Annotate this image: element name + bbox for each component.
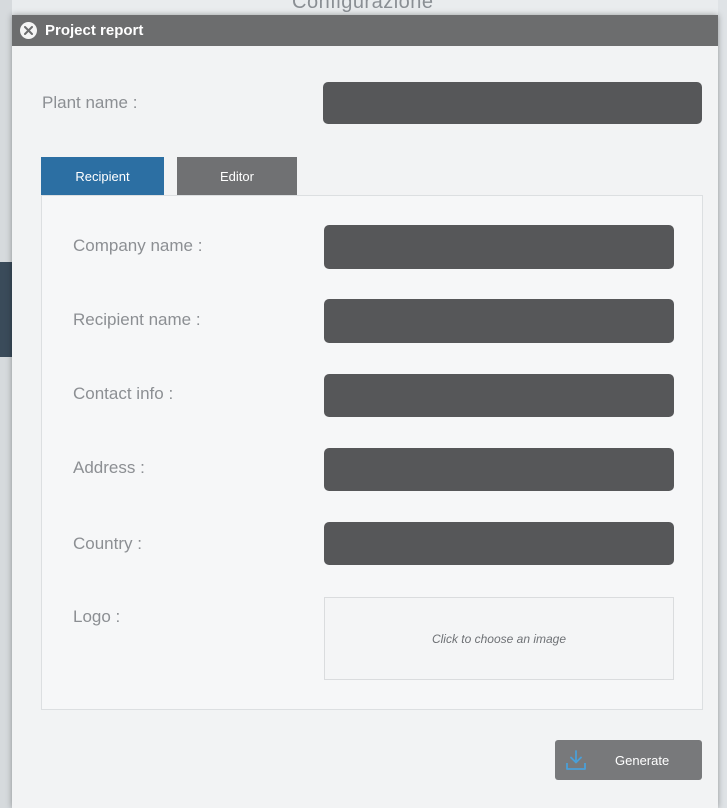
- logo-picker-hint: Click to choose an image: [431, 631, 567, 646]
- dialog-titlebar: Project report: [12, 15, 718, 46]
- background-window-title: Configurazione: [292, 0, 434, 13]
- address-label: Address :: [73, 458, 145, 477]
- dialog-title: Project report: [45, 22, 144, 39]
- recipient-panel: Company name : Recipient name : Contact …: [41, 195, 703, 710]
- background-highlight: [0, 262, 12, 357]
- close-icon[interactable]: [20, 22, 37, 39]
- project-report-dialog: Project report Plant name : Recipient Ed…: [12, 15, 718, 808]
- company-name-input[interactable]: [324, 225, 674, 269]
- address-input[interactable]: [324, 448, 674, 491]
- contact-info-input[interactable]: [324, 374, 674, 417]
- country-input[interactable]: [324, 522, 674, 565]
- tab-recipient-label: Recipient: [75, 168, 130, 184]
- download-icon: [566, 750, 586, 770]
- recipient-name-label: Recipient name :: [73, 310, 201, 329]
- generate-button[interactable]: Generate: [555, 740, 702, 780]
- generate-label: Generate: [615, 752, 670, 768]
- logo-label: Logo :: [73, 607, 121, 626]
- company-name-label: Company name :: [73, 236, 203, 255]
- background-left-panel: [0, 0, 12, 808]
- country-label: Country :: [73, 534, 142, 553]
- tab-recipient[interactable]: Recipient: [41, 157, 164, 195]
- background-right-panel: [718, 0, 727, 808]
- contact-info-label: Contact info :: [73, 384, 174, 403]
- logo-image-picker[interactable]: Click to choose an image: [324, 597, 674, 680]
- plant-name-label: Plant name :: [42, 93, 138, 112]
- tab-editor[interactable]: Editor: [177, 157, 297, 195]
- tab-editor-label: Editor: [220, 168, 254, 184]
- recipient-name-input[interactable]: [324, 299, 674, 343]
- plant-name-input[interactable]: [323, 82, 702, 124]
